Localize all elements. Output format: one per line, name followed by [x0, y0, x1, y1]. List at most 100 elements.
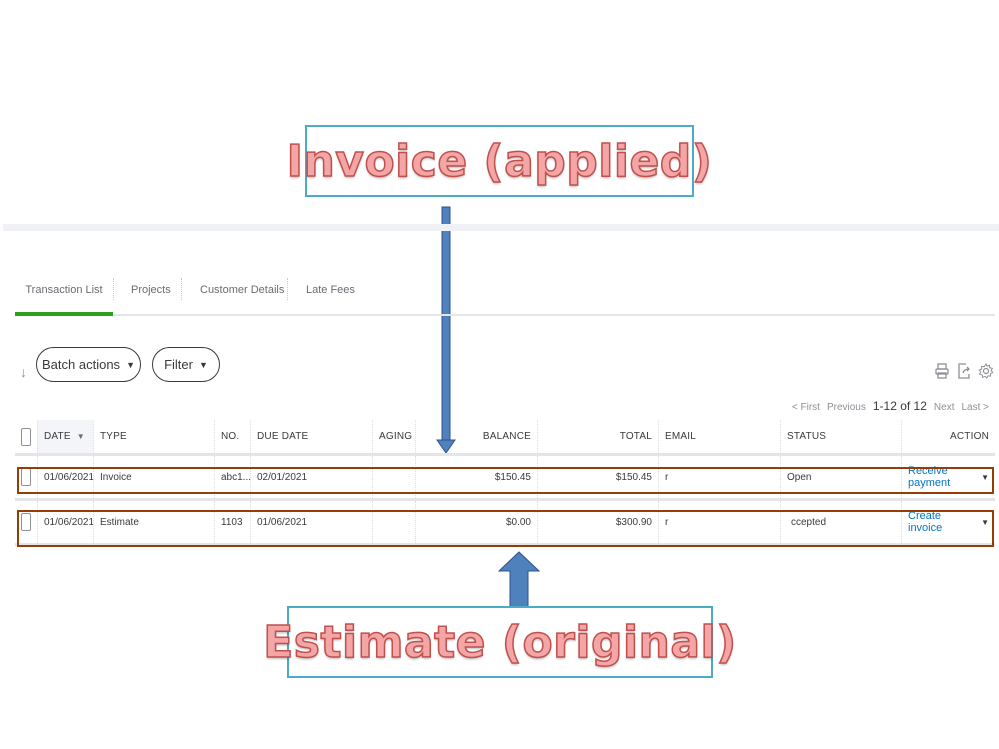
- col-status[interactable]: STATUS: [780, 420, 901, 453]
- callout-label: Estimate (original): [263, 616, 737, 669]
- col-due-date[interactable]: DUE DATE: [250, 420, 372, 453]
- pager-previous[interactable]: Previous: [827, 402, 866, 413]
- select-all-cell: [15, 420, 37, 453]
- down-arrow-annotation: [436, 206, 456, 454]
- tab-label: Projects: [131, 284, 171, 296]
- cell-action: Create invoice ▼: [901, 501, 995, 543]
- cell-due-date: 01/06/2021: [250, 501, 372, 543]
- col-label: DUE DATE: [257, 431, 309, 442]
- cell-no: 1103: [214, 501, 250, 543]
- customer-tabs: Transaction List Projects Customer Detai…: [15, 266, 995, 316]
- create-invoice-link[interactable]: Create invoice: [908, 510, 975, 534]
- invoice-applied-callout: Invoice (applied): [286, 125, 713, 197]
- pagination: < First Previous 1-12 of 12 Next Last >: [792, 399, 989, 413]
- tab-divider: [113, 278, 114, 300]
- cell-due-date: 02/01/2021: [250, 456, 372, 498]
- col-label: TYPE: [100, 431, 127, 442]
- tab-label: Transaction List: [25, 284, 103, 296]
- caret-down-icon: ▼: [126, 359, 135, 370]
- cell-text: $150.45: [615, 471, 652, 483]
- header-strip: [3, 224, 999, 231]
- estimate-original-callout: Estimate (original): [263, 606, 737, 678]
- cell-text: 02/01/2021: [257, 471, 308, 483]
- tab-late-fees[interactable]: Late Fees: [306, 266, 355, 314]
- cell-text: Open: [787, 471, 812, 483]
- cell-text: r: [665, 471, 669, 483]
- cell-aging: [372, 456, 415, 498]
- table-tools: [934, 362, 994, 380]
- print-icon[interactable]: [934, 362, 950, 380]
- filter-label: Filter: [164, 357, 193, 372]
- filter-button[interactable]: Filter ▼: [152, 347, 220, 382]
- col-label: DATE: [44, 431, 71, 442]
- row-select-cell: [15, 501, 37, 543]
- select-all-checkbox[interactable]: [21, 427, 31, 446]
- cell-email: r: [658, 501, 780, 543]
- up-arrow-annotation: [497, 551, 541, 608]
- cell-aging: [372, 501, 415, 543]
- caret-down-icon: ▼: [198, 359, 208, 370]
- tab-label: Late Fees: [306, 284, 355, 296]
- tab-transaction-list[interactable]: Transaction List: [15, 266, 113, 316]
- action-dropdown-icon[interactable]: ▼: [981, 473, 989, 482]
- cell-text: 01/06/2021: [257, 516, 308, 528]
- cell-email: r: [658, 456, 780, 498]
- table-row-invoice[interactable]: 01/06/2021 Invoice abc1... 02/01/2021 $1…: [15, 456, 995, 501]
- table-header: DATE ▼ TYPE NO. DUE DATE AGING BALANCE T…: [15, 420, 995, 456]
- transaction-table: DATE ▼ TYPE NO. DUE DATE AGING BALANCE T…: [15, 420, 995, 546]
- row-select-cell: [15, 456, 37, 498]
- tab-divider: [181, 278, 182, 300]
- cell-text: $150.45: [494, 471, 531, 483]
- action-dropdown-icon[interactable]: ▼: [981, 518, 989, 527]
- col-label: NO.: [221, 431, 240, 442]
- cell-text: $0.00: [505, 516, 531, 528]
- pager-last[interactable]: Last >: [961, 402, 989, 413]
- cell-date: 01/06/2021: [37, 501, 95, 543]
- callout-label: Invoice (applied): [286, 135, 713, 188]
- cell-total: $150.45: [537, 456, 658, 498]
- tab-divider: [287, 278, 288, 300]
- tab-customer-details[interactable]: Customer Details: [200, 266, 284, 314]
- pager-next[interactable]: Next: [934, 402, 955, 413]
- cell-total: $300.90: [537, 501, 658, 543]
- col-total[interactable]: TOTAL: [537, 420, 658, 453]
- sort-arrow-icon[interactable]: ↓: [20, 364, 27, 380]
- cell-text: Estimate: [100, 516, 139, 528]
- col-type[interactable]: TYPE: [93, 420, 214, 453]
- batch-actions-button[interactable]: Batch actions ▼: [36, 347, 141, 382]
- col-label: ACTION: [950, 431, 989, 442]
- tab-projects[interactable]: Projects: [131, 266, 171, 314]
- cell-text: $300.90: [615, 516, 652, 528]
- col-email[interactable]: EMAIL: [658, 420, 780, 453]
- cell-status: ccepted: [780, 501, 901, 543]
- row-checkbox[interactable]: [21, 468, 31, 486]
- cell-text: r: [665, 516, 669, 528]
- col-date[interactable]: DATE ▼: [37, 420, 93, 453]
- cell-no: abc1...: [214, 456, 252, 498]
- cell-type: Invoice: [93, 456, 214, 498]
- tab-label: Customer Details: [200, 284, 285, 296]
- col-aging[interactable]: AGING: [372, 420, 415, 453]
- sort-desc-icon: ▼: [76, 432, 85, 441]
- cell-balance: $0.00: [415, 501, 537, 543]
- pager-count: 1-12 of 12: [872, 399, 927, 413]
- pager-first[interactable]: < First: [792, 402, 820, 413]
- col-no[interactable]: NO.: [214, 420, 250, 453]
- cell-balance: $150.45: [415, 456, 537, 498]
- cell-text: 1103: [221, 516, 243, 528]
- receive-payment-link[interactable]: Receive payment: [908, 465, 975, 489]
- cell-text: ccepted: [791, 516, 827, 528]
- cell-action: Receive payment ▼: [901, 456, 995, 498]
- table-row-estimate[interactable]: 01/06/2021 Estimate 1103 01/06/2021 $0.0…: [15, 501, 995, 546]
- cell-type: Estimate: [93, 501, 214, 543]
- col-balance[interactable]: BALANCE: [415, 420, 537, 453]
- col-label: STATUS: [787, 431, 827, 442]
- row-checkbox[interactable]: [21, 513, 31, 531]
- col-label: AGING: [379, 431, 413, 442]
- cell-text: abc1...: [221, 471, 252, 483]
- col-label: TOTAL: [619, 431, 652, 442]
- col-label: EMAIL: [665, 431, 697, 442]
- cell-text: 01/06/2021: [44, 516, 95, 528]
- export-icon[interactable]: [956, 362, 972, 380]
- settings-icon[interactable]: [978, 362, 994, 380]
